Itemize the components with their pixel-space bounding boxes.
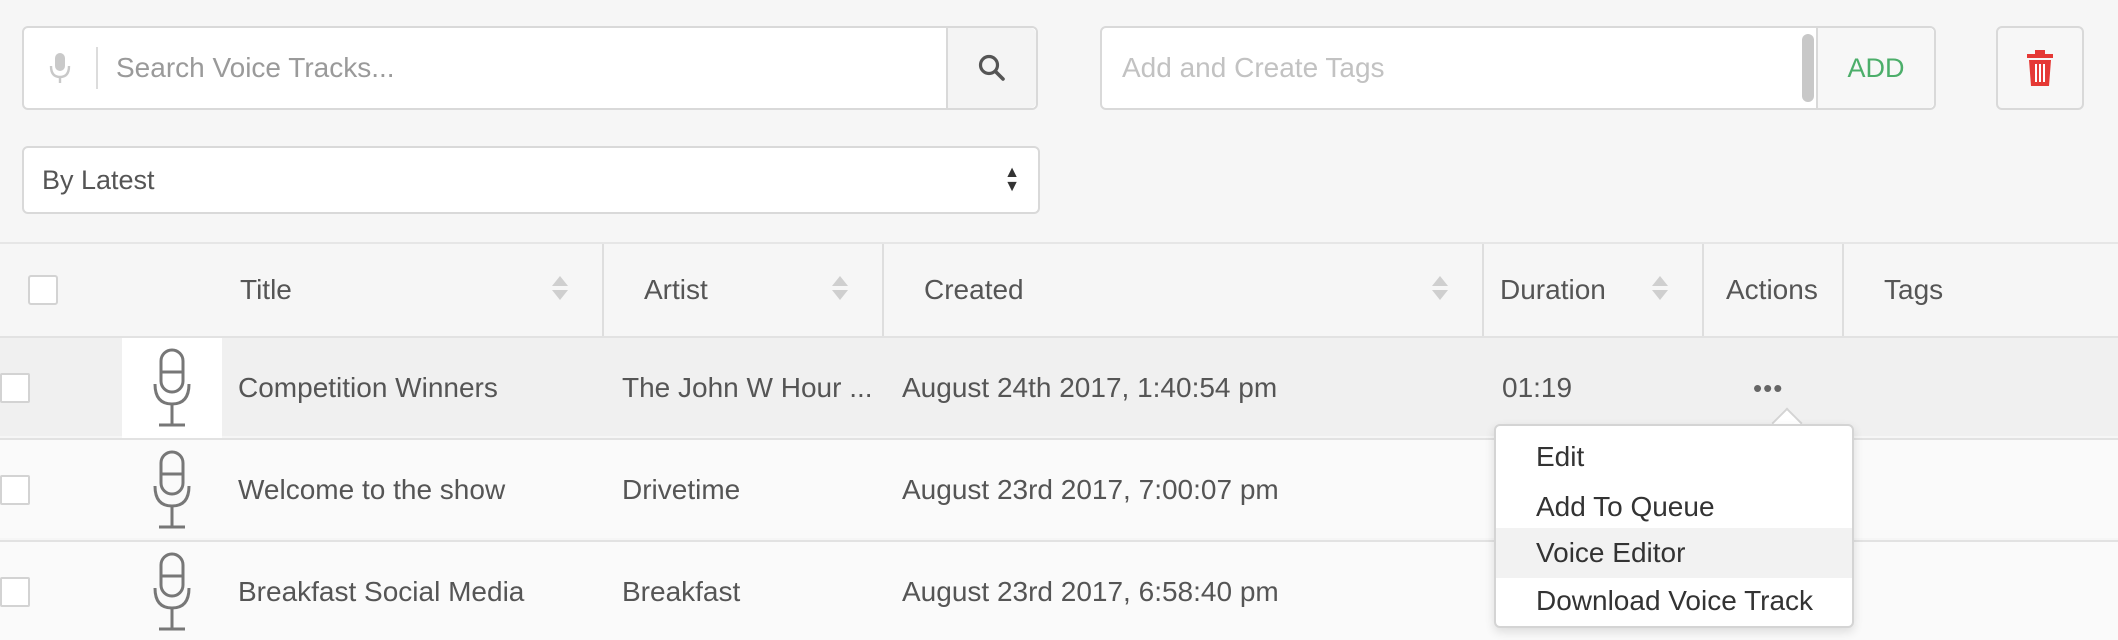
select-all-checkbox[interactable]: [28, 275, 58, 305]
menu-item-voice-editor[interactable]: Voice Editor: [1496, 528, 1852, 578]
track-created: August 23rd 2017, 6:58:40 pm: [902, 576, 1279, 607]
mic-icon[interactable]: [24, 28, 96, 108]
search-button[interactable]: [946, 28, 1036, 108]
sort-select-value: By Latest: [42, 164, 155, 195]
column-header-actions: Actions: [1704, 244, 1844, 336]
row-checkbox[interactable]: [0, 577, 30, 607]
search-icon: [978, 54, 1005, 81]
track-artist: Drivetime: [622, 474, 741, 505]
track-title[interactable]: Welcome to the show: [238, 440, 505, 540]
actions-dropdown: Edit Add To Queue Voice Editor Download …: [1494, 424, 1854, 628]
menu-item-edit[interactable]: Edit: [1496, 432, 1852, 482]
add-tag-button[interactable]: ADD: [1816, 28, 1934, 108]
menu-item-add-to-queue[interactable]: Add To Queue: [1496, 482, 1852, 532]
track-artist: The John W Hour ...: [622, 372, 873, 403]
search-input[interactable]: [98, 28, 946, 108]
track-title[interactable]: Competition Winners: [238, 338, 498, 438]
sort-icon: [552, 276, 568, 300]
track-created: August 23rd 2017, 7:00:07 pm: [902, 474, 1279, 505]
sort-icon: [832, 276, 848, 300]
delete-button[interactable]: [1996, 26, 2084, 110]
track-artist: Breakfast: [622, 576, 741, 607]
column-header-artist[interactable]: Artist: [604, 244, 884, 336]
select-arrows-icon: ▲ ▼: [1004, 164, 1020, 195]
sort-select[interactable]: By Latest ▲ ▼: [22, 146, 1040, 214]
row-checkbox[interactable]: [0, 373, 30, 403]
sort-icon: [1432, 276, 1448, 300]
trash-icon: [2027, 50, 2053, 86]
row-checkbox[interactable]: [0, 475, 30, 505]
microphone-icon: [122, 440, 222, 540]
tags-input[interactable]: [1102, 28, 1802, 108]
track-created: August 24th 2017, 1:40:54 pm: [902, 372, 1278, 403]
search-box: [22, 26, 1038, 110]
microphone-icon: [122, 338, 222, 438]
sort-icon: [1652, 276, 1668, 300]
select-all-cell: [0, 244, 122, 336]
track-title[interactable]: Breakfast Social Media: [238, 542, 524, 640]
track-duration: 01:19: [1502, 372, 1573, 403]
column-header-duration[interactable]: Duration: [1484, 244, 1704, 336]
tags-box: ADD: [1100, 26, 1936, 110]
microphone-icon: [122, 542, 222, 640]
column-header-title[interactable]: Title: [200, 244, 604, 336]
column-header-created[interactable]: Created: [884, 244, 1484, 336]
menu-item-download-voice-track[interactable]: Download Voice Track: [1496, 576, 1852, 626]
column-header-tags: Tags: [1884, 274, 1944, 305]
tags-scrollbar[interactable]: [1802, 34, 1814, 102]
